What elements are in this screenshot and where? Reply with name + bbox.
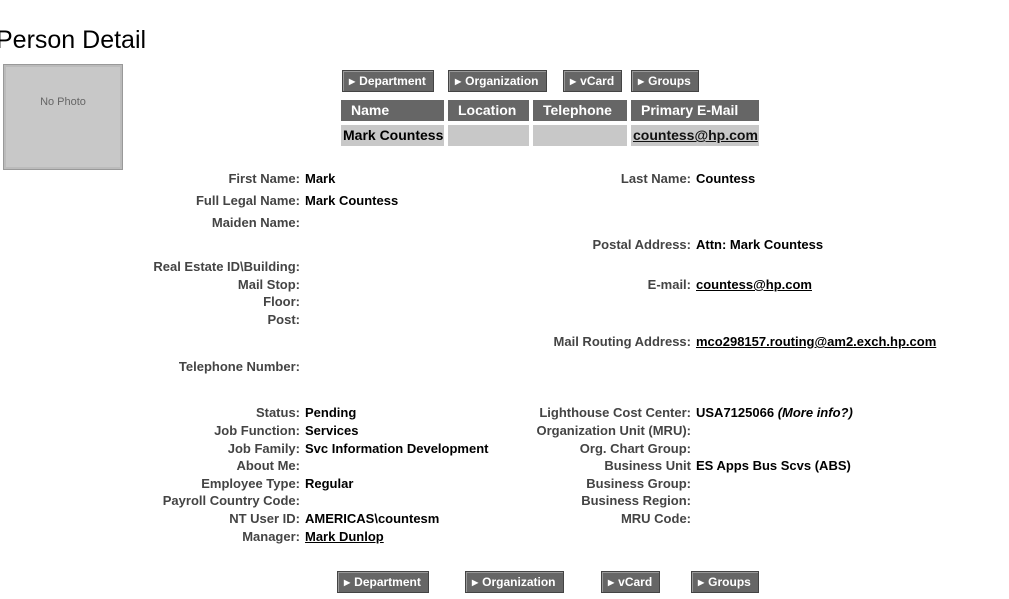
arrow-right-icon: ▶ — [344, 578, 351, 587]
organization-button-top[interactable]: ▶ Organization — [448, 70, 547, 92]
cell-primary-email: countess@hp.com — [631, 125, 759, 146]
button-label: Groups — [708, 575, 751, 589]
job-function-label: Job Function: — [214, 423, 300, 438]
button-label: vCard — [580, 74, 615, 88]
cell-telephone — [533, 125, 627, 146]
cost-center-label: Lighthouse Cost Center: — [539, 405, 691, 420]
mru-code-label: MRU Code: — [620, 511, 691, 526]
vcard-button-bottom[interactable]: ▶ vCard — [601, 571, 661, 593]
header-location: Location — [448, 100, 529, 121]
business-unit-label: Business Unit — [604, 458, 691, 473]
button-label: Organization — [465, 74, 539, 88]
payroll-country-code-label: Payroll Country Code: — [162, 493, 300, 508]
nt-user-id-label: NT User ID: — [229, 511, 300, 526]
cost-center-code: USA7125066 — [696, 405, 775, 420]
job-family-label: Job Family: — [227, 441, 300, 456]
cost-center-value: USA7125066 (More info?) — [696, 405, 853, 420]
button-label: Department — [354, 575, 421, 589]
primary-email-link[interactable]: countess@hp.com — [633, 127, 758, 143]
job-function-value: Services — [305, 423, 359, 438]
employee-type-value: Regular — [305, 476, 354, 491]
post-label: Post: — [267, 312, 301, 327]
first-name-label: First Name: — [228, 171, 300, 186]
cell-location — [448, 125, 529, 146]
first-name-value: Mark — [305, 171, 336, 186]
full-legal-name-label: Full Legal Name: — [195, 193, 300, 208]
email-link[interactable]: countess@hp.com — [696, 277, 812, 292]
mail-routing-address-link[interactable]: mco298157.routing@am2.exch.hp.com — [696, 334, 936, 349]
photo-placeholder: No Photo — [3, 64, 123, 170]
button-label: Organization — [482, 575, 556, 589]
about-me-label: About Me: — [236, 458, 300, 473]
arrow-right-icon: ▶ — [638, 77, 645, 86]
real-estate-label: Real Estate ID\Building: — [153, 259, 300, 274]
last-name-label: Last Name: — [620, 171, 691, 186]
postal-address-value: Attn: Mark Countess — [696, 237, 824, 252]
email-label: E-mail: — [647, 277, 691, 292]
manager-label: Manager: — [242, 529, 300, 544]
employee-type-label: Employee Type: — [201, 476, 300, 491]
mail-stop-label: Mail Stop: — [237, 277, 300, 292]
last-name-value: Countess — [696, 171, 756, 186]
status-value: Pending — [305, 405, 357, 420]
header-name: Name — [341, 100, 444, 121]
vcard-button-top[interactable]: ▶ vCard — [563, 70, 623, 92]
business-unit-value: ES Apps Bus Scvs (ABS) — [696, 458, 851, 473]
button-label: vCard — [618, 575, 653, 589]
arrow-right-icon: ▶ — [570, 77, 577, 86]
status-label: Status: — [255, 405, 300, 420]
photo-placeholder-text: No Photo — [40, 96, 86, 108]
button-label: Groups — [648, 74, 691, 88]
organization-button-bottom[interactable]: ▶ Organization — [465, 571, 564, 593]
maiden-name-label: Maiden Name: — [211, 215, 300, 230]
organization-unit-label: Organization Unit (MRU): — [536, 423, 691, 438]
manager-link[interactable]: Mark Dunlop — [305, 529, 384, 544]
department-button-bottom[interactable]: ▶ Department — [337, 571, 429, 593]
nt-user-id-value: AMERICAS\countesm — [305, 511, 440, 526]
arrow-right-icon: ▶ — [472, 578, 479, 587]
arrow-right-icon: ▶ — [455, 77, 462, 86]
header-telephone: Telephone — [533, 100, 627, 121]
page-title: Person Detail — [0, 26, 147, 54]
job-family-value: Svc Information Development — [305, 441, 489, 456]
cell-name: Mark Countess — [341, 125, 444, 146]
full-legal-name-value: Mark Countess — [305, 193, 399, 208]
arrow-right-icon: ▶ — [698, 578, 705, 587]
telephone-number-label: Telephone Number: — [178, 359, 300, 374]
business-region-label: Business Region: — [581, 493, 691, 508]
header-primary-email: Primary E-Mail — [631, 100, 759, 121]
business-group-label: Business Group: — [586, 476, 691, 491]
postal-address-label: Postal Address: — [592, 237, 692, 252]
floor-label: Floor: — [263, 294, 300, 309]
button-label: Department — [359, 74, 426, 88]
groups-button-top[interactable]: ▶ Groups — [631, 70, 699, 92]
arrow-right-icon: ▶ — [608, 578, 615, 587]
department-button-top[interactable]: ▶ Department — [342, 70, 434, 92]
mail-routing-address-label: Mail Routing Address: — [553, 334, 691, 349]
org-chart-group-label: Org. Chart Group: — [579, 441, 691, 456]
arrow-right-icon: ▶ — [349, 77, 356, 86]
groups-button-bottom[interactable]: ▶ Groups — [691, 571, 759, 593]
more-info-link[interactable]: (More info?) — [778, 405, 853, 420]
